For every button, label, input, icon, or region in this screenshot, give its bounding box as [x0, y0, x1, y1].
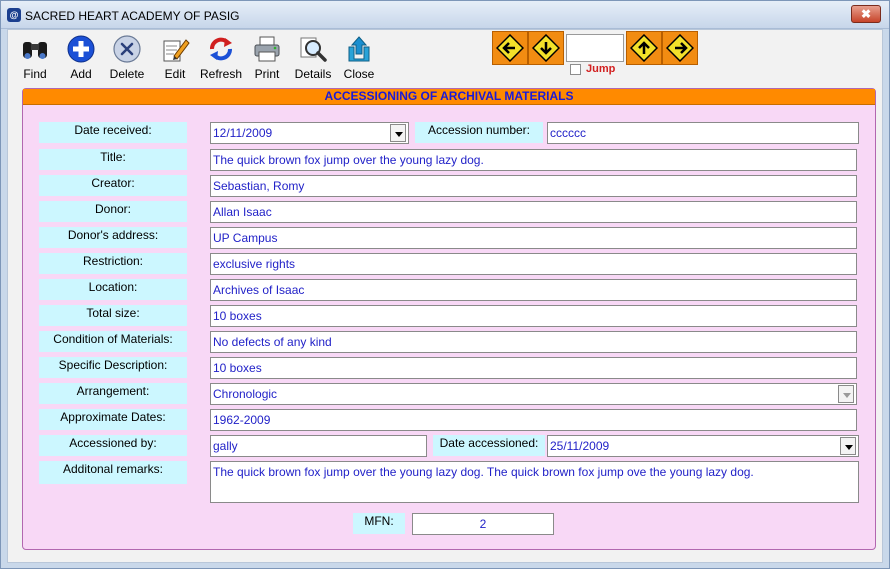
creator-field[interactable]: Sebastian, Romy [210, 175, 857, 197]
total-size-label: Total size: [39, 305, 187, 326]
accessioned-by-label: Accessioned by: [39, 435, 187, 456]
print-label: Print [254, 67, 280, 81]
find-button[interactable]: Find [10, 32, 60, 84]
panel-title: ACCESSIONING OF ARCHIVAL MATERIALS [23, 89, 875, 105]
remarks-field[interactable]: The quick brown fox jump over the young … [210, 461, 859, 503]
date-received-field[interactable]: 12/11/2009 [210, 122, 409, 144]
location-label: Location: [39, 279, 187, 300]
delete-button[interactable]: Delete [102, 32, 152, 84]
last-record-button[interactable] [662, 31, 698, 65]
mfn-label: MFN: [353, 513, 405, 534]
close-button[interactable]: Close [334, 32, 384, 84]
creator-label: Creator: [39, 175, 187, 196]
title-label: Title: [39, 149, 187, 170]
accession-number-label: Accession number: [415, 122, 543, 143]
edit-label: Edit [164, 67, 186, 81]
date-accessioned-field[interactable]: 25/11/2009 [547, 435, 859, 457]
arrow-left-icon [496, 34, 524, 62]
remarks-label: Additonal remarks: [39, 461, 187, 484]
title-bar: @ SACRED HEART ACADEMY OF PASIG ✖ [1, 1, 889, 29]
location-field[interactable]: Archives of Isaac [210, 279, 857, 301]
jump-label: Jump [586, 63, 616, 75]
condition-label: Condition of Materials: [39, 331, 187, 352]
accession-number-field[interactable]: cccccc [547, 122, 859, 144]
previous-record-button[interactable] [492, 31, 528, 65]
window-close-button[interactable]: ✖ [851, 5, 881, 23]
date-accessioned-label: Date accessioned: [433, 435, 545, 456]
edit-pencil-icon [163, 39, 190, 62]
accession-panel: ACCESSIONING OF ARCHIVAL MATERIALS Date … [22, 88, 876, 550]
condition-field[interactable]: No defects of any kind [210, 331, 857, 353]
first-record-up-button[interactable] [626, 31, 662, 65]
app-logo-icon: @ [7, 8, 21, 22]
jump-checkbox[interactable] [570, 64, 581, 75]
print-button[interactable]: Print [242, 32, 292, 84]
refresh-button[interactable]: Refresh [196, 32, 246, 84]
donor-address-label: Donor's address: [39, 227, 187, 248]
exit-icon [348, 36, 370, 62]
close-label: Close [343, 67, 375, 81]
refresh-icon [210, 37, 232, 61]
window-title: SACRED HEART ACADEMY OF PASIG [25, 9, 240, 23]
arrow-right-icon [666, 34, 694, 62]
approximate-dates-label: Approximate Dates: [39, 409, 187, 430]
client-area: Find Add Delete Edit Refresh Print Detai… [7, 29, 883, 563]
specific-description-field[interactable]: 10 boxes [210, 357, 857, 379]
plus-circle-icon [67, 35, 95, 63]
details-button[interactable]: Details [288, 32, 338, 84]
arrangement-label: Arrangement: [39, 383, 187, 404]
add-button[interactable]: Add [56, 32, 106, 84]
approximate-dates-field[interactable]: 1962-2009 [210, 409, 857, 431]
app-window: @ SACRED HEART ACADEMY OF PASIG ✖ Find A… [0, 0, 890, 569]
date-received-dropdown-button[interactable] [390, 124, 406, 142]
arrangement-field[interactable]: Chronologic [210, 383, 857, 405]
donor-label: Donor: [39, 201, 187, 222]
delete-label: Delete [109, 67, 145, 81]
magnifier-icon [300, 37, 327, 62]
add-label: Add [70, 67, 92, 81]
date-received-label: Date received: [39, 122, 187, 143]
restriction-label: Restriction: [39, 253, 187, 274]
title-field[interactable]: The quick brown fox jump over the young … [210, 149, 857, 171]
donor-field[interactable]: Allan Isaac [210, 201, 857, 223]
specific-description-label: Specific Description: [39, 357, 187, 378]
arrow-down-icon [532, 34, 560, 62]
total-size-field[interactable]: 10 boxes [210, 305, 857, 327]
jump-record-input[interactable] [566, 34, 624, 62]
arrow-up-icon [630, 34, 658, 62]
mfn-field[interactable]: 2 [412, 513, 554, 535]
x-circle-icon [113, 35, 141, 63]
edit-button[interactable]: Edit [150, 32, 200, 84]
binoculars-icon [23, 42, 47, 59]
details-label: Details [294, 67, 332, 81]
arrangement-dropdown-button[interactable] [838, 385, 854, 403]
date-accessioned-dropdown-button[interactable] [840, 437, 856, 455]
printer-icon [254, 36, 280, 62]
refresh-label: Refresh [199, 67, 243, 81]
next-record-down-button[interactable] [528, 31, 564, 65]
find-label: Find [23, 67, 47, 81]
accessioned-by-field[interactable]: gally [210, 435, 427, 457]
donor-address-field[interactable]: UP Campus [210, 227, 857, 249]
restriction-field[interactable]: exclusive rights [210, 253, 857, 275]
